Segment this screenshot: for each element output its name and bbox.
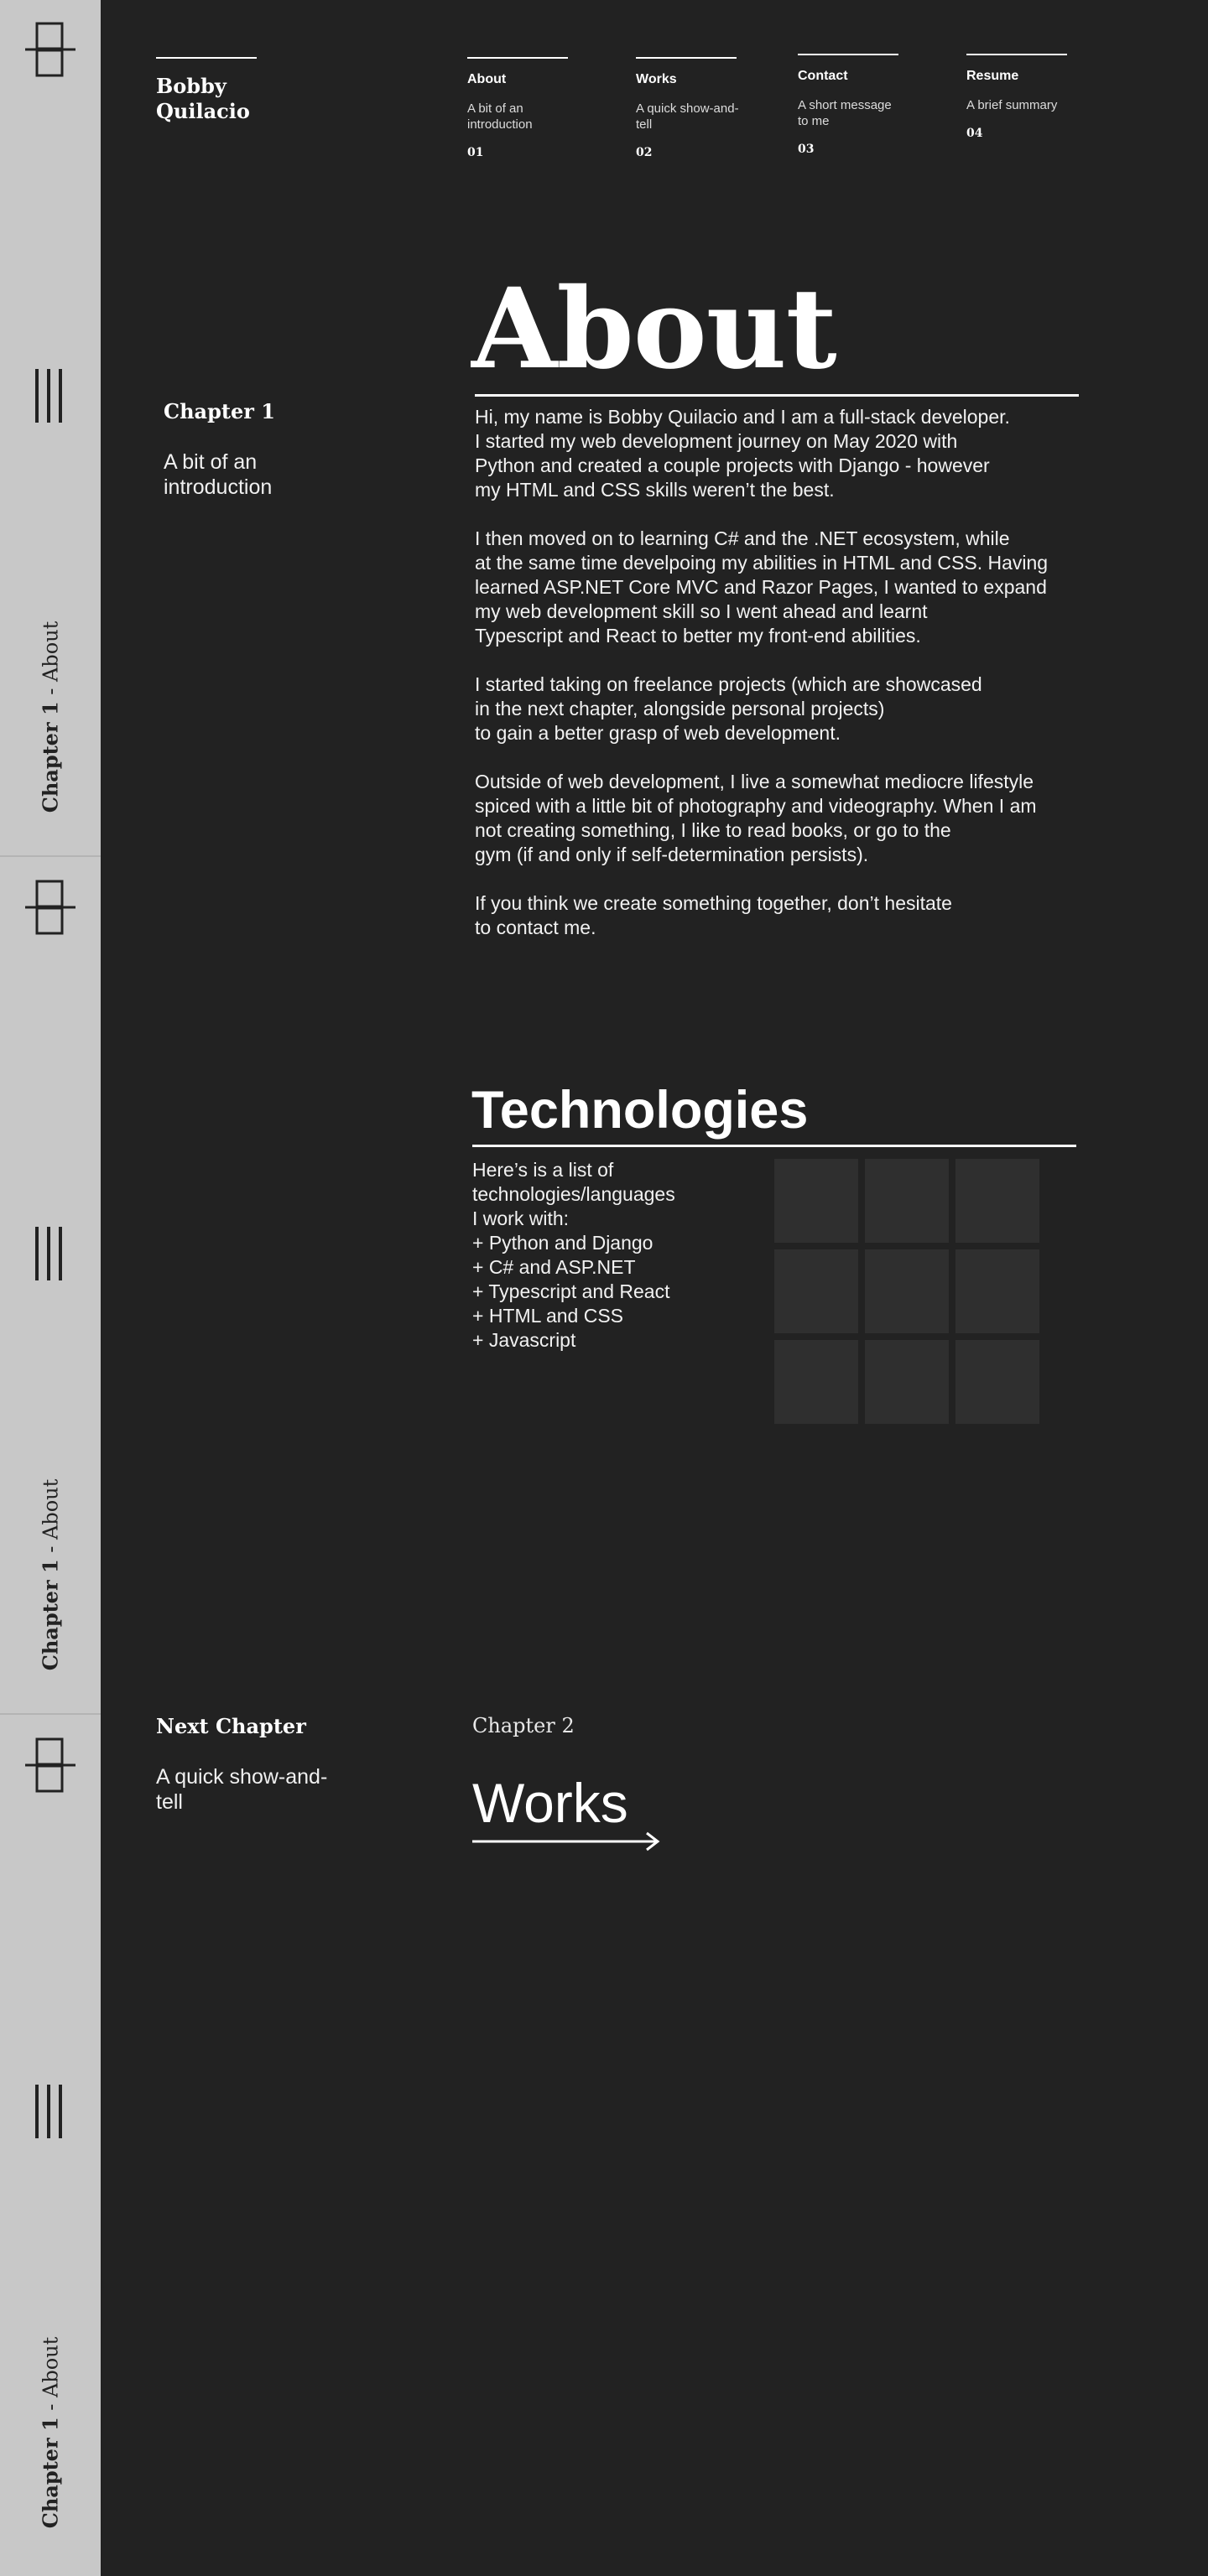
about-paragraph: I started taking on freelance projects (…: [475, 673, 982, 744]
technology-tile-grid: [774, 1159, 1039, 1424]
next-chapter-number: Chapter 2: [472, 1714, 575, 1737]
technologies-title: Technologies: [471, 1081, 809, 1140]
about-paragraph: If you think we create something togethe…: [475, 892, 952, 938]
technology-tile: [955, 1340, 1039, 1424]
nav-number: 01: [467, 146, 484, 159]
list-item: + Typescript and React: [472, 1280, 670, 1302]
side-rail: Chapter 1 - About Chapter 1 - About Chap…: [0, 0, 101, 2576]
nav-desc: A brief summary: [966, 98, 1058, 112]
nav-desc: A quick show-and-tell: [636, 101, 739, 132]
about-paragraph: I then moved on to learning C# and the .…: [475, 527, 1049, 647]
rail-segment: Chapter 1 - About: [0, 1716, 101, 2576]
rail-chapter-label: Chapter 1 - About: [38, 1478, 63, 1671]
brand-divider: [156, 57, 257, 59]
nav-divider: [636, 57, 737, 59]
nav-divider: [966, 54, 1067, 55]
vertical-bars-icon[interactable]: [32, 2083, 65, 2140]
next-chapter-subtitle: A quick show-and-tell: [156, 1765, 328, 1814]
technology-tile: [865, 1249, 949, 1333]
stacked-squares-icon[interactable]: [25, 22, 76, 77]
about-paragraph: Outside of web development, I live a som…: [475, 771, 1037, 865]
rail-segment: Chapter 1 - About: [0, 858, 101, 1715]
technology-tile: [774, 1340, 858, 1424]
nav-item-contact[interactable]: Contact A short message to me 03: [798, 54, 903, 156]
vertical-bars-icon[interactable]: [32, 1225, 65, 1282]
nav-number: 03: [798, 143, 815, 156]
list-item: + Javascript: [472, 1329, 576, 1351]
nav-title[interactable]: Works: [636, 72, 741, 87]
technology-tile: [955, 1249, 1039, 1333]
next-chapter-heading: Next Chapter: [156, 1714, 306, 1738]
about-body: Hi, my name is Bobby Quilacio and I am a…: [475, 405, 1163, 964]
technology-tile: [865, 1340, 949, 1424]
page-title: About: [471, 264, 837, 394]
nav-item-about[interactable]: About A bit of an introduction 01: [467, 57, 572, 159]
technology-tile: [955, 1159, 1039, 1243]
nav-title[interactable]: About: [467, 72, 572, 87]
nav-title[interactable]: Resume: [966, 69, 1071, 84]
technologies-list: + Python and Django + C# and ASP.NET + T…: [472, 1231, 669, 1353]
works-link[interactable]: Works: [472, 1769, 628, 1836]
nav-number: 04: [966, 127, 983, 140]
technology-tile: [774, 1159, 858, 1243]
vertical-bars-icon[interactable]: [32, 367, 65, 424]
technology-tile: [774, 1249, 858, 1333]
rail-chapter-label: Chapter 1 - About: [38, 2336, 63, 2529]
rail-segment: Chapter 1 - About: [0, 0, 101, 857]
list-item: + Python and Django: [472, 1232, 653, 1254]
nav-title[interactable]: Contact: [798, 69, 903, 84]
nav-divider: [467, 57, 568, 59]
nav-desc: A short message to me: [798, 98, 892, 128]
nav-number: 02: [636, 146, 653, 159]
list-item: + C# and ASP.NET: [472, 1256, 636, 1278]
technology-tile: [865, 1159, 949, 1243]
technologies-underline: [472, 1145, 1076, 1147]
arrow-right-icon[interactable]: [472, 1831, 660, 1852]
list-item: + HTML and CSS: [472, 1305, 624, 1327]
rail-chapter-label: Chapter 1 - About: [38, 621, 63, 813]
nav-item-works[interactable]: Works A quick show-and-tell 02: [636, 57, 741, 159]
nav-desc: A bit of an introduction: [467, 101, 533, 132]
title-underline: [475, 394, 1079, 397]
stacked-squares-icon[interactable]: [25, 1737, 76, 1793]
technologies-intro: Here’s is a list of technologies/languag…: [472, 1159, 675, 1229]
about-paragraph: Hi, my name is Bobby Quilacio and I am a…: [475, 406, 1010, 501]
nav-divider: [798, 54, 898, 55]
nav-item-resume[interactable]: Resume A brief summary 04: [966, 54, 1071, 140]
stacked-squares-icon[interactable]: [25, 880, 76, 935]
chapter-heading: Chapter 1: [164, 399, 275, 423]
brand-name[interactable]: Bobby Quilacio: [156, 74, 273, 124]
chapter-subtitle: A bit of an introduction: [164, 450, 273, 499]
